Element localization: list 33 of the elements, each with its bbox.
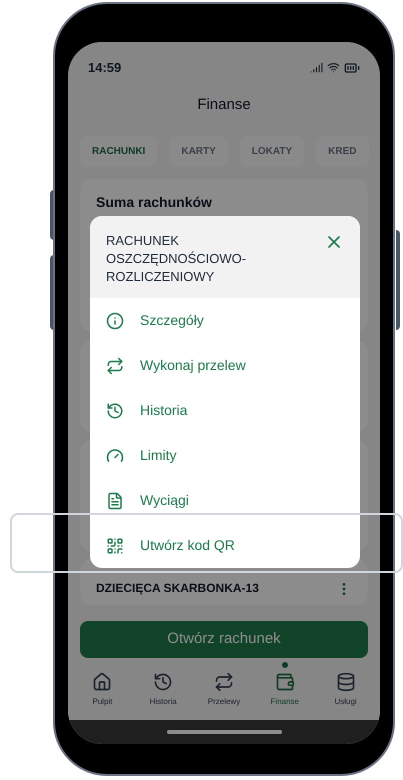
menu-item[interactable]: Wyciągi — [90, 478, 360, 523]
gauge-icon — [106, 446, 124, 464]
signal-icon — [310, 61, 323, 74]
nav-item[interactable]: Finanse — [256, 662, 313, 708]
document-icon — [106, 492, 124, 510]
tab[interactable]: RACHUNKI — [80, 136, 158, 167]
tab[interactable]: KARTY — [169, 136, 228, 167]
history-icon — [106, 402, 124, 420]
summary-title: Suma rachunków — [96, 194, 212, 210]
info-icon — [106, 312, 124, 330]
menu-item[interactable]: Limity — [90, 433, 360, 478]
nav-item[interactable]: Przelewy — [196, 662, 252, 708]
open-account-button[interactable]: Otwórz rachunek — [80, 621, 368, 658]
menu-item[interactable]: Szczegóły — [90, 298, 360, 343]
database-icon — [336, 672, 356, 692]
account-name: DZIECIĘCA SKARBONKA-13 — [96, 580, 259, 598]
qr-code-icon — [106, 536, 124, 554]
nav-item[interactable]: Pulpit — [74, 662, 130, 708]
home-icon — [92, 672, 112, 692]
wallet-icon — [274, 672, 295, 692]
transfer-arrows-icon — [106, 356, 124, 374]
menu-item[interactable]: Utwórz kod QR — [90, 523, 360, 568]
history-icon — [153, 672, 174, 692]
menu-title: RACHUNEK OSZCZĘDNOŚCIOWO-ROZLICZENIOWY — [106, 232, 248, 286]
transfer-arrows-icon — [214, 672, 234, 692]
menu-item[interactable]: Wykonaj przelew — [90, 343, 360, 388]
nav-item[interactable]: Historia — [135, 662, 192, 708]
status-time: 14:59 — [88, 59, 122, 77]
header-title: Finanse — [197, 94, 251, 114]
menu-item[interactable]: Historia — [90, 388, 360, 433]
tab[interactable]: LOKATY — [240, 136, 304, 167]
tab[interactable]: KRED — [316, 136, 369, 167]
nav-item[interactable]: Usługi — [318, 662, 374, 708]
